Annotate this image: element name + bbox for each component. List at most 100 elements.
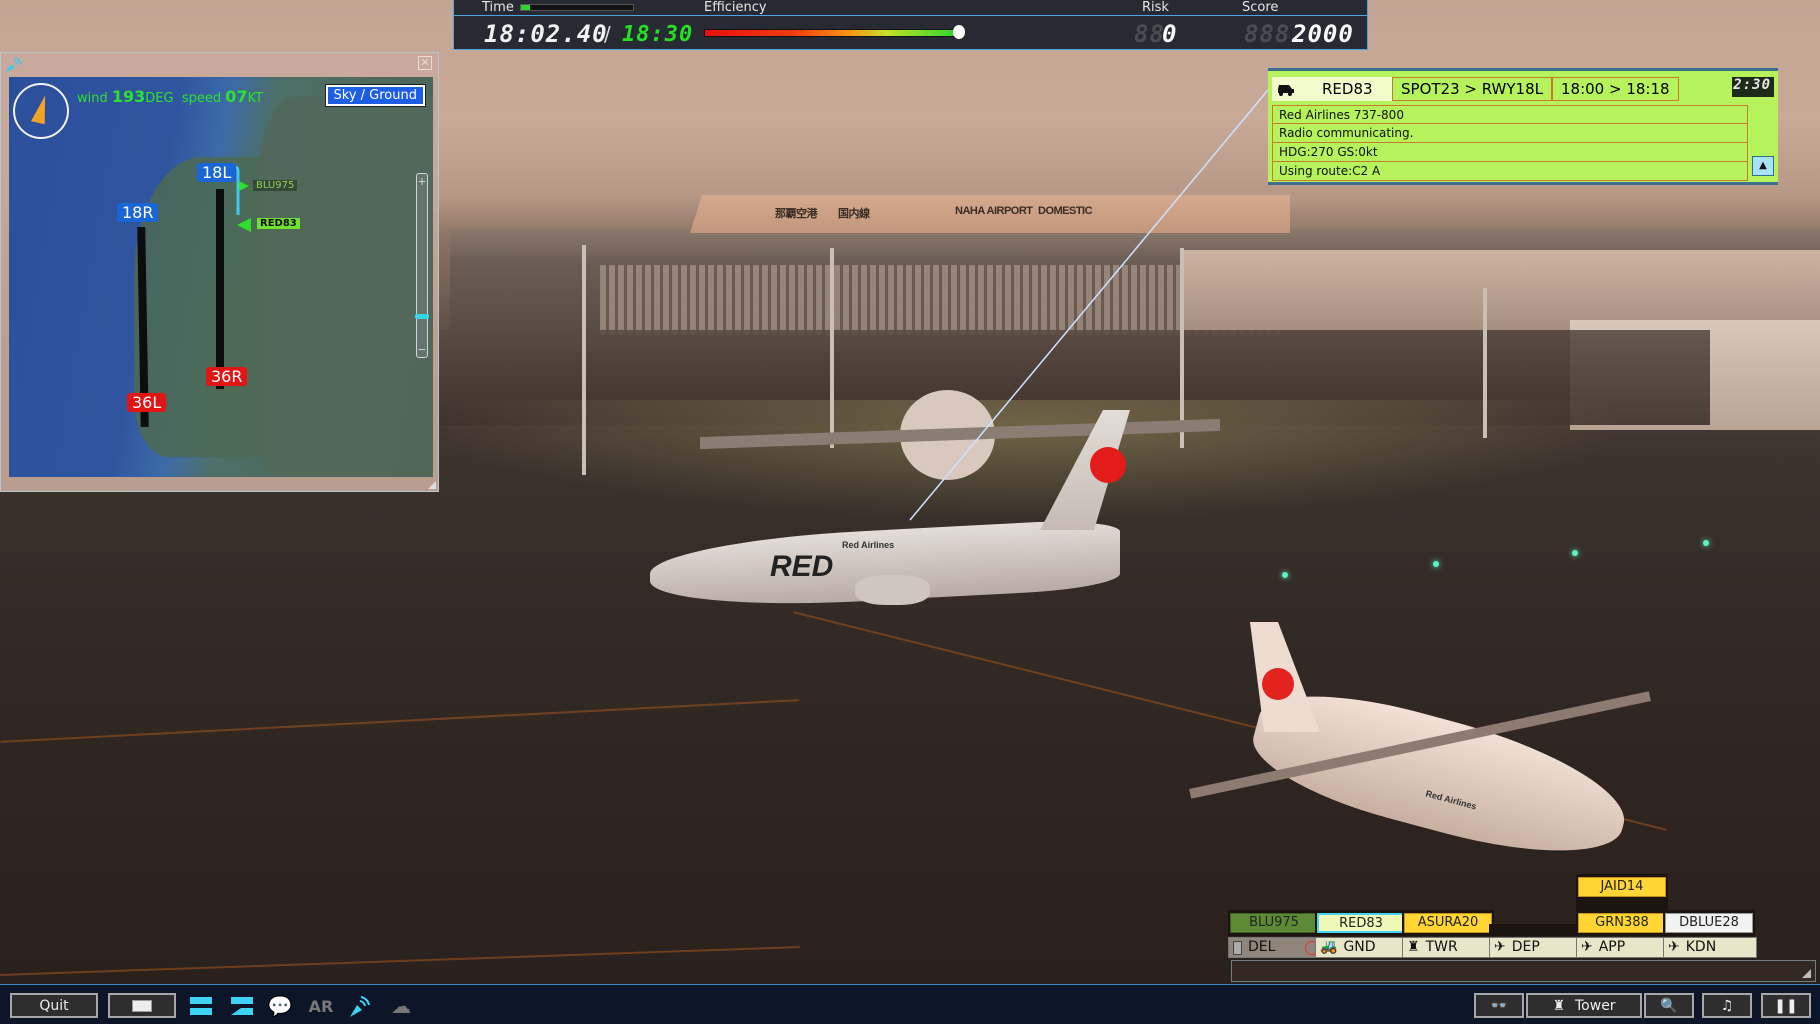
zoom-out-icon[interactable]: − — [417, 344, 427, 355]
radar-dish-icon[interactable] — [346, 993, 374, 1019]
status-bar: Time Efficiency Risk Score 18:02.40 / 18… — [453, 0, 1368, 50]
radar-dish-icon — [6, 57, 22, 72]
camera-view-button[interactable]: ♜ Tower — [1526, 993, 1642, 1018]
terminal-sign-domestic: DOMESTIC — [1038, 205, 1093, 217]
wind-readout: wind 193DEG speed 07KT — [77, 87, 263, 106]
terminal-sign-naha: NAHA AIRPORT — [955, 205, 1033, 217]
quit-button[interactable]: Quit — [10, 993, 98, 1018]
tower-icon: ♜ — [1407, 939, 1420, 955]
light-pole — [830, 248, 834, 448]
airport-map[interactable]: wind 193DEG speed 07KT Sky / Ground 18L … — [9, 77, 433, 477]
camera-view-label: Tower — [1575, 997, 1616, 1014]
runway-strip-icon[interactable] — [228, 993, 256, 1019]
map-zoom-slider[interactable]: + − — [415, 173, 429, 358]
efficiency-bar — [704, 29, 959, 37]
map-land — [259, 97, 433, 477]
ground-vehicle-icon: 🚜 — [1320, 939, 1338, 955]
terminal-sign-jp-2: 国内線 — [838, 208, 870, 220]
strip-list-icon[interactable] — [188, 993, 214, 1019]
binoculars-icon: 👓 — [1490, 997, 1508, 1014]
time-label: Time — [482, 0, 514, 15]
time-progress-fill — [521, 5, 530, 10]
freq-button-dep[interactable]: ✈ DEP — [1489, 937, 1583, 958]
close-icon[interactable]: ✕ — [418, 56, 432, 70]
runway-label-36r[interactable]: 36R — [206, 367, 248, 386]
time-separator: / — [604, 22, 611, 46]
bottom-toolbar: Quit 💬 AR ☁ 👓 ♜ Tower 🔍 ♫ ❚❚ — [0, 984, 1820, 1024]
taxiway-line — [0, 946, 800, 976]
search-button[interactable]: 🔍 — [1644, 993, 1694, 1018]
aircraft-tag-blu975[interactable]: BLU975 — [253, 180, 298, 191]
fighter-jet-icon: ✈ — [1668, 939, 1680, 955]
ar-button[interactable]: AR — [307, 993, 335, 1019]
wind-direction: 193 — [111, 87, 146, 106]
runway-label-18r[interactable]: 18R — [117, 203, 159, 222]
search-icon: 🔍 — [1660, 997, 1678, 1014]
runway-18l-36r — [216, 189, 224, 389]
sky-ground-toggle-button[interactable]: Sky / Ground — [324, 84, 427, 107]
flight-strip-red83[interactable]: RED83 — [1317, 913, 1405, 933]
flight-strip-grn388[interactable]: GRN388 — [1578, 913, 1666, 933]
efficiency-indicator — [953, 25, 965, 39]
risk-value: 0 — [1162, 20, 1178, 48]
livery-text: RED — [770, 550, 834, 583]
terminal-windows — [600, 265, 1280, 335]
compass — [13, 83, 69, 139]
chat-bubble-icon[interactable]: 💬 — [266, 993, 294, 1019]
departure-icon: ✈ — [1494, 939, 1506, 955]
flight-strip-jaid14[interactable]: JAID14 — [1578, 877, 1666, 897]
aircraft-marker-icon[interactable] — [237, 218, 251, 232]
terminal-annex — [1180, 250, 1820, 330]
runway-label-36l[interactable]: 36L — [127, 393, 167, 412]
wind-speed-unit: KT — [247, 91, 264, 106]
pause-icon: ❚❚ — [1774, 997, 1798, 1014]
score-label: Score — [1242, 0, 1279, 15]
flight-strip-dblue28[interactable]: DBLUE28 — [1665, 913, 1753, 933]
time-progress-bar — [520, 4, 634, 11]
wind-direction-unit: DEG — [145, 91, 174, 106]
zoom-in-icon[interactable]: + — [417, 176, 427, 187]
freq-button-del[interactable]: DEL — [1228, 937, 1322, 958]
flight-info-heading-speed: HDG:270 GS:0kt — [1272, 143, 1748, 162]
weather-cloud-icon[interactable]: ☁ — [386, 993, 416, 1019]
music-button[interactable]: ♫ — [1702, 993, 1752, 1018]
scroll-up-button[interactable]: ▲ — [1752, 156, 1774, 176]
lit-apron — [430, 400, 1630, 520]
flight-info-route: Using route:C2 A — [1272, 162, 1748, 181]
flight-info-panel[interactable]: RED83 SPOT23 > RWY18L 18:00 > 18:18 2:30… — [1268, 68, 1778, 185]
zoom-slider-thumb[interactable] — [415, 313, 429, 319]
freq-button-twr[interactable]: ♜ TWR — [1402, 937, 1496, 958]
flight-info-status: Radio communicating. — [1272, 124, 1748, 143]
flight-callsign-cell[interactable]: RED83 — [1272, 77, 1392, 101]
radar-minimap-window[interactable]: ✕ wind 193DEG speed 07KT Sky / Ground 18… — [0, 52, 439, 492]
taxiway-light — [1282, 572, 1288, 578]
flight-strip-blu975[interactable]: BLU975 — [1230, 913, 1318, 933]
resize-handle-icon[interactable] — [428, 481, 436, 489]
aircraft-tag-red83[interactable]: RED83 — [257, 218, 300, 229]
flight-strip-bay: BLU975 DEL RED83 🚜 GND ASURA20 ♜ TWR ✈ D… — [1228, 874, 1820, 984]
freq-label: DEP — [1511, 939, 1540, 955]
flight-strip-asura20[interactable]: ASURA20 — [1404, 913, 1492, 933]
speed-label: speed — [181, 91, 222, 106]
message-box[interactable] — [1231, 960, 1816, 982]
tower-icon: ♜ — [1552, 997, 1565, 1014]
aircraft-marker-icon[interactable] — [239, 181, 249, 191]
pause-button[interactable]: ❚❚ — [1761, 993, 1811, 1018]
flight-times: 18:00 > 18:18 — [1551, 77, 1679, 101]
freq-button-kdn[interactable]: ✈ KDN — [1663, 937, 1757, 958]
wind-label: wind — [77, 91, 108, 106]
light-pole — [1483, 288, 1487, 438]
runway-label-18l[interactable]: 18L — [197, 163, 237, 182]
freq-label: GND — [1343, 939, 1376, 955]
binoculars-button[interactable]: 👓 — [1474, 993, 1524, 1018]
taxiway-line — [0, 699, 800, 743]
freq-button-gnd[interactable]: 🚜 GND — [1315, 937, 1409, 958]
resize-handle-icon[interactable] — [1802, 969, 1811, 978]
freq-label: DEL — [1248, 939, 1276, 955]
score-value: 2000 — [1292, 20, 1354, 48]
ground-vehicle-icon — [1278, 85, 1294, 96]
flight-timer: 2:30 — [1732, 77, 1774, 97]
livery-airline-name: Red Airlines — [842, 540, 895, 550]
freq-button-app[interactable]: ✈ APP — [1576, 937, 1670, 958]
window-toggle-button[interactable] — [108, 993, 176, 1018]
